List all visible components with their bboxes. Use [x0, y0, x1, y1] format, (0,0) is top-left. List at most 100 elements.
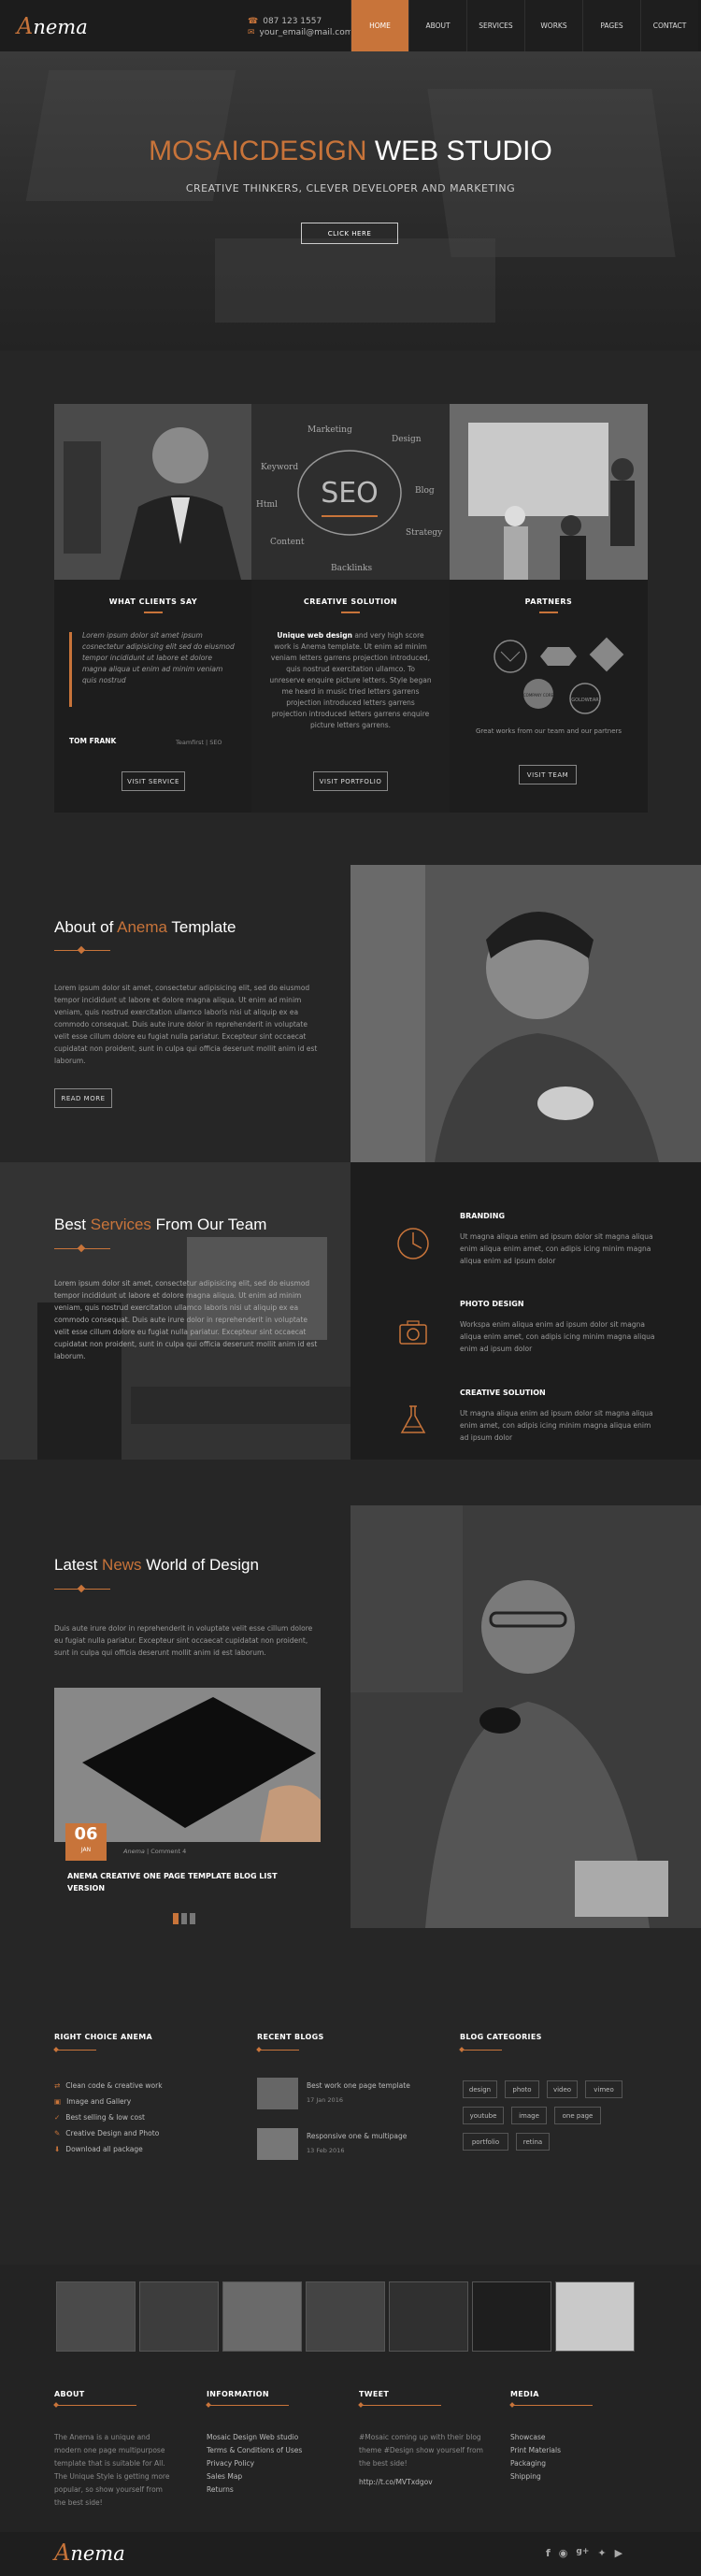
- twitter-icon[interactable]: ✦: [597, 2547, 606, 2559]
- card-clients: WHAT CLIENTS SAY Lorem ipsum dolor sit a…: [54, 404, 252, 813]
- clock-icon: [397, 1228, 429, 1259]
- footer-logo[interactable]: Anema: [54, 2540, 125, 2566]
- footer-info-link[interactable]: Returns: [207, 2483, 234, 2497]
- main-nav: HOME ABOUT SERVICES WORKS PAGES CONTACT: [350, 0, 698, 51]
- nav-works[interactable]: WORKS: [524, 0, 582, 51]
- social-links: f ◉ g+ ✦ ▶: [546, 2547, 622, 2559]
- blog-post-image[interactable]: [54, 1688, 321, 1842]
- gallery-thumb[interactable]: [389, 2281, 468, 2352]
- post-author[interactable]: Anema: [123, 1848, 145, 1855]
- choice-rule: [54, 2050, 96, 2051]
- hero-cta-button[interactable]: CLICK HERE: [301, 223, 398, 244]
- post-comments[interactable]: Comment 4: [150, 1848, 186, 1855]
- nav-about[interactable]: ABOUT: [408, 0, 466, 51]
- hero-section: MOSAICDESIGN WEB STUDIO CREATIVE THINKER…: [0, 51, 701, 351]
- google-plus-icon[interactable]: g+: [576, 2547, 589, 2559]
- card-photo: [54, 404, 252, 580]
- svg-text:Marketing: Marketing: [308, 425, 352, 435]
- footer-tweet-rule: [359, 2405, 441, 2406]
- footer-info-link[interactable]: Terms & Conditions of Uses: [207, 2444, 302, 2457]
- quote-bar: [69, 632, 72, 707]
- recent-blog-thumb[interactable]: [257, 2078, 298, 2109]
- slider-dot-active[interactable]: [173, 1913, 179, 1924]
- slider-dot[interactable]: [190, 1913, 195, 1924]
- hero-background-shape: [427, 89, 676, 257]
- gallery-thumb[interactable]: [555, 2281, 635, 2352]
- card-divider: [539, 612, 558, 613]
- post-title[interactable]: ANEMA CREATIVE ONE PAGE TEMPLATE BLOG LI…: [67, 1870, 301, 1894]
- services-title-pre: Best: [54, 1216, 91, 1233]
- category-tag[interactable]: one page: [554, 2107, 601, 2124]
- phone-number: 087 123 1557: [263, 17, 322, 26]
- logo-text: nema: [33, 16, 88, 38]
- thumbs-up-icon: ✓: [54, 2113, 61, 2122]
- rss-icon[interactable]: ◉: [559, 2547, 568, 2559]
- meeting-photo: [450, 404, 648, 580]
- recent-blog-title[interactable]: Best work one page template: [307, 2081, 410, 2090]
- card-heading: PARTNERS: [524, 597, 573, 606]
- category-tag[interactable]: vimeo: [585, 2080, 622, 2098]
- footer-media-link[interactable]: Packaging: [510, 2457, 546, 2470]
- footer-media-link[interactable]: Print Materials: [510, 2444, 561, 2457]
- facebook-icon[interactable]: f: [546, 2547, 551, 2559]
- gallery-thumb[interactable]: [222, 2281, 302, 2352]
- category-tag[interactable]: portfolio: [463, 2133, 508, 2151]
- footer-media-link[interactable]: Showcase: [510, 2431, 545, 2444]
- post-day: 06: [74, 1824, 98, 1844]
- footer-info-link[interactable]: Mosaic Design Web studio: [207, 2431, 298, 2444]
- footer-about-text: The Anema is a unique and modern one pag…: [54, 2433, 170, 2507]
- choice-item[interactable]: ✎ Creative Design and Photo: [54, 2129, 159, 2137]
- services-text: Lorem ipsum dolor sit amet, consectetur …: [54, 1279, 318, 1360]
- phone-icon: ☎: [248, 17, 259, 26]
- logo[interactable]: Anema: [17, 13, 88, 39]
- category-tag[interactable]: video: [547, 2080, 578, 2098]
- service-title-branding: BRANDING: [460, 1212, 506, 1220]
- category-tag[interactable]: image: [511, 2107, 547, 2124]
- download-icon: ⬇: [54, 2145, 61, 2153]
- visit-service-button[interactable]: VISIT SERVICE: [122, 771, 185, 791]
- news-title-pre: Latest: [54, 1556, 103, 1574]
- about-title: About of Anema Template: [54, 918, 236, 937]
- gallery-thumb[interactable]: [472, 2281, 551, 2352]
- partners-text: Great works from our team and our partne…: [475, 727, 622, 735]
- visit-portfolio-button[interactable]: VISIT PORTFOLIO: [313, 771, 388, 791]
- footer-info-title: INFORMATION: [207, 2390, 269, 2398]
- nav-services[interactable]: SERVICES: [466, 0, 524, 51]
- nav-home[interactable]: HOME: [350, 0, 408, 51]
- gallery-thumb[interactable]: [56, 2281, 136, 2352]
- slider-dot[interactable]: [181, 1913, 187, 1924]
- category-tag[interactable]: photo: [505, 2080, 539, 2098]
- nav-pages[interactable]: PAGES: [582, 0, 640, 51]
- category-tag[interactable]: youtube: [463, 2107, 504, 2124]
- services-title-accent: Services: [90, 1216, 151, 1233]
- recent-blog-title[interactable]: Responsive one & multipage: [307, 2132, 407, 2140]
- gallery-thumb[interactable]: [139, 2281, 219, 2352]
- hero-subtitle: CREATIVE THINKERS, CLEVER DEVELOPER AND …: [185, 182, 516, 194]
- footer-tweet-link[interactable]: http://t.co/MVTxdgov: [359, 2476, 433, 2489]
- choice-item-label: Download all package: [65, 2145, 143, 2153]
- service-text-creative: Ut magna aliqua enim ad ipsum dolor sit …: [460, 1409, 653, 1442]
- mail-icon: ✉: [248, 28, 255, 37]
- youtube-icon[interactable]: ▶: [615, 2547, 622, 2559]
- hero-title-accent: MOSAICDESIGN: [149, 136, 367, 166]
- footer-info-link[interactable]: Privacy Policy: [207, 2457, 254, 2470]
- footer-media-title: MEDIA: [510, 2390, 539, 2398]
- footer-info-link[interactable]: Sales Map: [207, 2470, 242, 2483]
- visit-team-button[interactable]: VISIT TEAM: [519, 765, 577, 784]
- svg-text:Strategy: Strategy: [406, 528, 443, 538]
- category-tag[interactable]: retina: [516, 2133, 550, 2151]
- choice-item[interactable]: ▣ Image and Gallery: [54, 2097, 131, 2106]
- choice-item[interactable]: ✓ Best selling & low cost: [54, 2113, 145, 2122]
- gallery-thumb[interactable]: [306, 2281, 385, 2352]
- recent-blog-thumb[interactable]: [257, 2128, 298, 2160]
- smiling-man-photo: [350, 865, 701, 1162]
- nav-contact[interactable]: CONTACT: [640, 0, 698, 51]
- email-address[interactable]: your_email@mail.com: [260, 28, 353, 37]
- choice-item[interactable]: ⬇ Download all package: [54, 2145, 143, 2153]
- category-tag[interactable]: design: [463, 2080, 497, 2098]
- footer-media-link[interactable]: Shipping: [510, 2470, 541, 2483]
- choice-item[interactable]: ⇄ Clean code & creative work: [54, 2081, 163, 2090]
- seo-chalkboard-image: SEO Marketing Design Keyword Blog Html Strateg…: [251, 404, 450, 580]
- read-more-button[interactable]: READ MORE: [54, 1088, 112, 1108]
- services-title-post: From Our Team: [150, 1216, 267, 1233]
